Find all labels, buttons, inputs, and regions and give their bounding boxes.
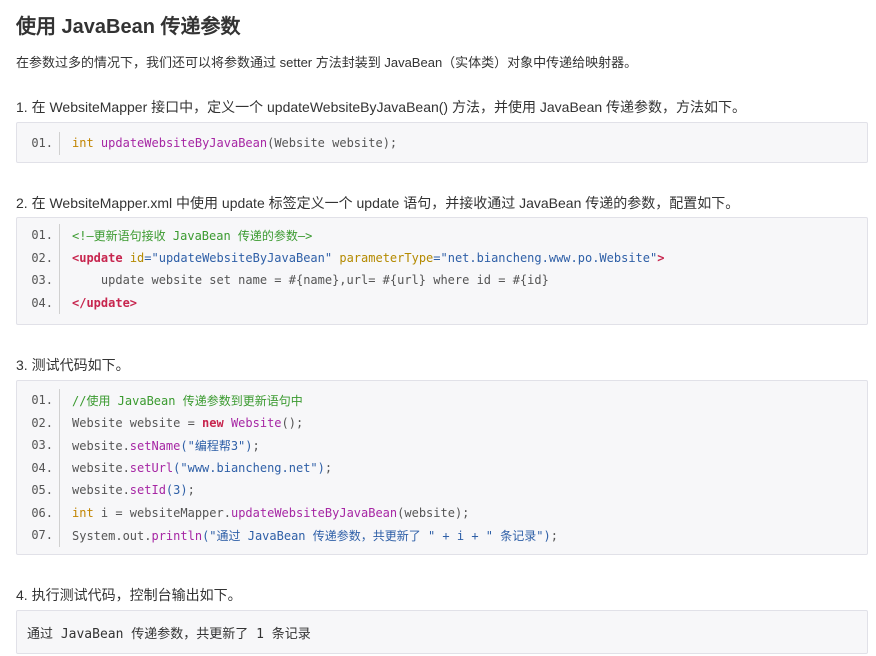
code-line: 07. System.out.println("通过 JavaBean 传递参数… xyxy=(17,524,867,547)
xml-attr: id xyxy=(129,250,145,265)
string-token: ("编程帮3") xyxy=(180,438,253,453)
code-line: 02. Website website = new Website(); xyxy=(17,411,867,434)
code-token: (); xyxy=(281,415,304,430)
string-token: ("通过 JavaBean 传递参数，共更新了 " + i + " 条记录") xyxy=(202,528,551,543)
code-block-interface: 01. int updateWebsiteByJavaBean(Website … xyxy=(16,122,868,163)
step-3-text: 3. 测试代码如下。 xyxy=(16,357,130,373)
method-token: println xyxy=(151,528,203,543)
line-number: 04. xyxy=(17,291,60,314)
code-line: 04. website.setUrl("www.biancheng.net"); xyxy=(17,456,867,479)
line-number: 05. xyxy=(17,479,60,502)
code-block-xml: 01. <!—更新语句接收 JavaBean 传递的参数—> 02. <upda… xyxy=(16,217,868,325)
code-text: System.out.println("通过 JavaBean 传递参数，共更新… xyxy=(60,527,558,544)
code-text: int updateWebsiteByJavaBean(Website webs… xyxy=(60,136,397,150)
code-token: ; xyxy=(187,483,195,498)
line-number: 02. xyxy=(17,246,60,269)
line-number: 06. xyxy=(17,501,60,524)
code-line: 01. //使用 JavaBean 传递参数到更新语句中 xyxy=(17,389,867,412)
code-text: Website website = new Website(); xyxy=(60,416,303,430)
xml-attr: parameterType xyxy=(339,250,434,265)
xml-tag: > xyxy=(657,250,665,265)
code-token: ; xyxy=(324,460,333,475)
code-token: (website); xyxy=(397,505,470,520)
code-text: website.setId(3); xyxy=(60,483,195,497)
code-token: System.out. xyxy=(72,528,152,543)
code-token: website. xyxy=(72,483,130,498)
class-token: Website xyxy=(223,415,282,430)
code-text: <update id="updateWebsiteByJavaBean" par… xyxy=(60,251,664,265)
code-token: website. xyxy=(72,460,130,475)
string-token: ("www.biancheng.net") xyxy=(173,460,325,475)
code-token: (Website website); xyxy=(267,136,398,151)
code-token: website. xyxy=(72,438,130,453)
line-number: 01. xyxy=(17,224,60,247)
xml-tag: </update> xyxy=(72,295,138,310)
line-number: 02. xyxy=(17,411,60,434)
code-text: int i = websiteMapper.updateWebsiteByJav… xyxy=(60,506,469,520)
code-line: 03. update website set name = #{name},ur… xyxy=(17,269,867,292)
code-token: ; xyxy=(550,528,558,543)
step-2-text: 2. 在 WebsiteMapper.xml 中使用 update 标签定义一个… xyxy=(16,195,740,211)
code-block-test: 01. //使用 JavaBean 传递参数到更新语句中 02. Website… xyxy=(16,380,868,555)
code-text: website.setUrl("www.biancheng.net"); xyxy=(60,461,332,475)
code-comment: //使用 JavaBean 传递参数到更新语句中 xyxy=(72,393,303,408)
intro-paragraph: 在参数过多的情况下，我们还可以将参数通过 setter 方法封装到 JavaBe… xyxy=(16,55,638,70)
keyword-token: int xyxy=(72,136,94,151)
code-line: 03. website.setName("编程帮3"); xyxy=(17,434,867,457)
line-number: 01. xyxy=(17,132,60,155)
step-4-text: 4. 执行测试代码，控制台输出如下。 xyxy=(16,587,242,603)
method-token: setId xyxy=(129,483,166,498)
keyword-token: int xyxy=(72,505,94,520)
method-token: updateWebsiteByJavaBean xyxy=(230,505,398,520)
code-line: 04. </update> xyxy=(17,291,867,314)
xml-tag: <update xyxy=(72,250,123,265)
code-line: 01. <!—更新语句接收 JavaBean 传递的参数—> xyxy=(17,224,867,247)
console-output: 通过 JavaBean 传递参数，共更新了 1 条记录 xyxy=(16,610,868,654)
code-line: 05. website.setId(3); xyxy=(17,479,867,502)
code-line: 02. <update id="updateWebsiteByJavaBean"… xyxy=(17,246,867,269)
xml-value: ="updateWebsiteByJavaBean" xyxy=(144,250,333,265)
step-1-text: 1. 在 WebsiteMapper 接口中，定义一个 updateWebsit… xyxy=(16,99,747,115)
page-title: 使用 JavaBean 传递参数 xyxy=(16,16,241,38)
console-output-text: 通过 JavaBean 传递参数，共更新了 1 条记录 xyxy=(27,626,311,642)
method-token: updateWebsiteByJavaBean xyxy=(100,136,268,151)
line-number: 01. xyxy=(17,389,60,412)
method-token: setUrl xyxy=(129,460,174,475)
code-line: 01. int updateWebsiteByJavaBean(Website … xyxy=(17,132,867,155)
string-token: (3) xyxy=(165,483,188,498)
line-number: 07. xyxy=(17,524,60,547)
line-number: 03. xyxy=(17,434,60,457)
code-line: 06. int i = websiteMapper.updateWebsiteB… xyxy=(17,501,867,524)
code-text: website.setName("编程帮3"); xyxy=(60,437,260,454)
xml-comment: <!—更新语句接收 JavaBean 传递的参数—> xyxy=(72,228,313,243)
line-number: 04. xyxy=(17,456,60,479)
code-token: i = websiteMapper. xyxy=(93,505,231,520)
method-token: setName xyxy=(129,438,181,453)
code-text: update website set name = #{name},url= #… xyxy=(72,273,549,288)
code-token: Website website = xyxy=(72,415,203,430)
line-number: 03. xyxy=(17,269,60,292)
keyword-token: new xyxy=(202,415,224,430)
code-token: ; xyxy=(252,438,260,453)
xml-value: ="net.biancheng.www.po.Website" xyxy=(433,250,658,265)
